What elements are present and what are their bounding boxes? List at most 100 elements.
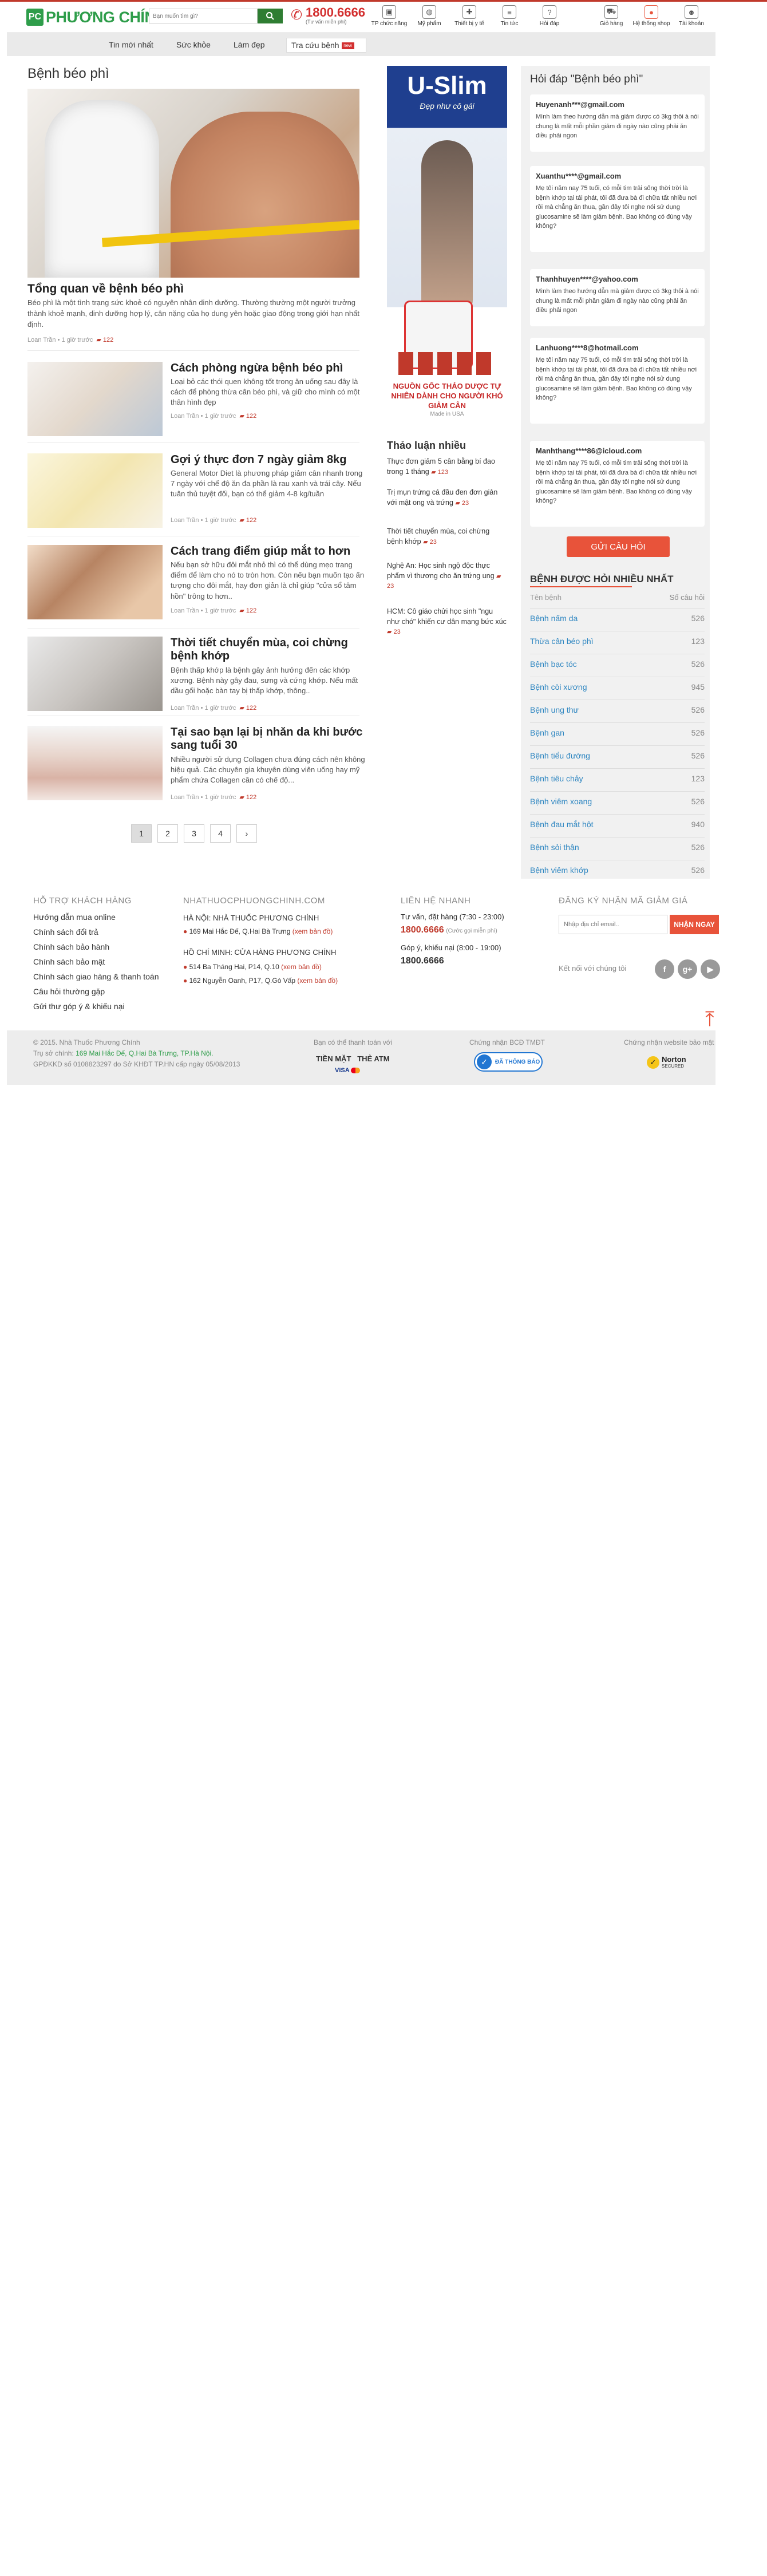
disease-name[interactable]: Bệnh tiểu đường: [530, 751, 590, 760]
disease-name[interactable]: Bệnh đau mắt hột: [530, 820, 594, 829]
norton-badge[interactable]: ✓ Norton SECURED: [647, 1051, 693, 1074]
disease-row[interactable]: Bệnh ung thư 526: [530, 700, 705, 722]
disease-row[interactable]: Thừa cân béo phì 123: [530, 631, 705, 654]
footer-link[interactable]: Hướng dẫn mua online: [33, 912, 116, 922]
article-title[interactable]: Thời tiết chuyển mùa, coi chừng bệnh khớ…: [171, 637, 365, 663]
hotline[interactable]: ✆ 1800.6666 (Tư vấn miễn phí): [291, 6, 365, 25]
map-link[interactable]: (xem bản đồ): [292, 927, 333, 935]
disease-row[interactable]: Bệnh còi xương 945: [530, 677, 705, 700]
article-title[interactable]: Cách trang điểm giúp mắt to hơn: [171, 545, 365, 558]
article-thumbnail[interactable]: [27, 637, 163, 711]
disease-question-count: 526: [691, 659, 705, 669]
page-2-button[interactable]: 2: [157, 824, 178, 843]
comment-count[interactable]: ▰ 122: [239, 705, 256, 712]
search-input[interactable]: [149, 9, 258, 23]
footer-link[interactable]: Chính sách bảo mật: [33, 957, 105, 966]
disease-name[interactable]: Bệnh gan: [530, 728, 564, 737]
article-title[interactable]: Gợi ý thực đơn 7 ngày giảm 8kg: [171, 453, 365, 467]
disease-row[interactable]: Bệnh đau mắt hột 940: [530, 814, 705, 837]
qa-card[interactable]: Thanhhuyen****@yahoo.com Mình làm theo h…: [530, 269, 705, 326]
disease-row[interactable]: Bệnh tiểu đường 526: [530, 745, 705, 768]
map-link[interactable]: (xem bản đồ): [297, 977, 338, 985]
article-title[interactable]: Cách phòng ngừa bệnh béo phì: [171, 362, 365, 375]
facebook-icon[interactable]: f: [655, 959, 674, 979]
discussion-item[interactable]: HCM: Cô giáo chửi học sinh "ngu như chó"…: [387, 607, 507, 637]
article-thumbnail[interactable]: [27, 726, 163, 800]
menu-item-health[interactable]: Sức khỏe: [176, 40, 211, 49]
footer-link[interactable]: Chính sách bảo hành: [33, 942, 109, 951]
footer-link[interactable]: Chính sách đổi trả: [33, 927, 98, 937]
bct-title: Chứng nhận BCĐ TMĐT: [469, 1038, 545, 1046]
disease-name[interactable]: Bệnh sỏi thận: [530, 843, 579, 852]
page-1-button[interactable]: 1: [131, 824, 152, 843]
disease-name[interactable]: Thừa cân béo phì: [530, 637, 594, 646]
disease-name[interactable]: Bệnh còi xương: [530, 682, 587, 692]
google-plus-icon[interactable]: g+: [678, 959, 697, 979]
disease-name[interactable]: Bệnh ung thư: [530, 705, 579, 714]
disease-row[interactable]: Bệnh nấm da 526: [530, 608, 705, 631]
disease-name[interactable]: Bệnh nấm da: [530, 614, 578, 623]
complaint-number[interactable]: 1800.6666: [401, 956, 444, 966]
page-3-button[interactable]: 3: [184, 824, 204, 843]
nav-store-system[interactable]: ● Hệ thống shop: [631, 5, 672, 27]
footer-link[interactable]: Chính sách giao hàng & thanh toán: [33, 972, 159, 981]
disease-row[interactable]: Bệnh tiêu chảy 123: [530, 768, 705, 791]
site-logo[interactable]: PC PHƯƠNG CHÍNH: [26, 9, 167, 26]
uslim-ad-banner[interactable]: U-Slim Đẹp như cô gái NGUỒN GỐC THẢO DƯỢ…: [387, 66, 507, 410]
nav-functional-food[interactable]: ▣ TP chức năng: [369, 5, 410, 27]
comment-count[interactable]: ▰ 122: [96, 337, 113, 343]
ask-question-button[interactable]: GỬI CÂU HỎI: [567, 536, 670, 557]
nav-qa[interactable]: ? Hỏi đáp: [529, 5, 570, 27]
nav-cosmetics[interactable]: ◍ Mỹ phẩm: [409, 5, 450, 27]
hero-article-meta: Loan Trần • 1 giờ trước ▰ 122: [27, 337, 114, 343]
disease-name[interactable]: Bệnh viêm xoang: [530, 797, 592, 806]
youtube-icon[interactable]: ▶: [701, 959, 720, 979]
advice-number-row[interactable]: 1800.6666 (Cước gọi miễn phí): [401, 925, 497, 935]
nav-account[interactable]: ☻ Tài khoản: [671, 5, 712, 27]
disease-name[interactable]: Bệnh viêm khớp: [530, 866, 588, 875]
menu-item-beauty[interactable]: Làm đẹp: [234, 40, 264, 49]
discussion-item[interactable]: Thời tiết chuyển mùa, coi chừng bệnh khớ…: [387, 527, 507, 547]
hero-image[interactable]: [27, 89, 359, 278]
discussion-item[interactable]: Nghệ An: Học sinh ngộ độc thực phẩm vì t…: [387, 561, 507, 591]
qa-card[interactable]: Manhthang****86@icloud.com Mẹ tôi năm na…: [530, 441, 705, 527]
qa-email: Thanhhuyen****@yahoo.com: [536, 275, 638, 283]
menu-item-disease-lookup[interactable]: Tra cứu bệnh new: [286, 38, 366, 53]
nav-news[interactable]: ≡ Tin tức: [489, 5, 530, 27]
disease-name[interactable]: Bệnh bạc tóc: [530, 659, 577, 669]
disease-name[interactable]: Bệnh tiêu chảy: [530, 774, 583, 783]
qa-card[interactable]: Lanhuong****8@hotmail.com Mẹ tôi năm nay…: [530, 338, 705, 424]
bct-badge[interactable]: ✓ ĐÃ THÔNG BÁO: [474, 1052, 543, 1072]
comment-count[interactable]: ▰ 122: [239, 517, 256, 524]
article-thumbnail[interactable]: [27, 453, 163, 528]
disease-row[interactable]: Bệnh viêm khớp 526: [530, 860, 705, 883]
comment-count[interactable]: ▰ 122: [239, 413, 256, 420]
scroll-top-icon[interactable]: ⤒: [698, 1008, 721, 1030]
disease-row[interactable]: Bệnh gan 526: [530, 722, 705, 745]
comment-count[interactable]: ▰ 122: [239, 607, 256, 614]
disease-row[interactable]: Bệnh viêm xoang 526: [530, 791, 705, 814]
article-thumbnail[interactable]: [27, 545, 163, 619]
map-link[interactable]: (xem bản đồ): [281, 963, 322, 971]
newsletter-email-input[interactable]: [559, 915, 667, 934]
footer-link[interactable]: Câu hỏi thường gặp: [33, 987, 105, 996]
article-title[interactable]: Tại sao bạn lại bị nhăn da khi bước sang…: [171, 726, 365, 752]
disease-row[interactable]: Bệnh bạc tóc 526: [530, 654, 705, 677]
hero-article-title[interactable]: Tổng quan về bệnh béo phì: [27, 282, 184, 296]
comment-count[interactable]: ▰ 122: [239, 794, 256, 801]
next-page-button[interactable]: ›: [236, 824, 257, 843]
search-button[interactable]: [258, 9, 283, 23]
menu-item-latest[interactable]: Tin mới nhất: [109, 40, 153, 49]
article-thumbnail[interactable]: [27, 362, 163, 436]
disease-row[interactable]: Bệnh sỏi thận 526: [530, 837, 705, 860]
discussion-item[interactable]: Thực đơn giảm 5 cân bằng bí đao trong 1 …: [387, 457, 507, 477]
newsletter-submit-button[interactable]: NHẬN NGAY: [670, 915, 719, 934]
qa-card[interactable]: Huyenanh***@gmail.com Mình làm theo hướn…: [530, 94, 705, 152]
page-4-button[interactable]: 4: [210, 824, 231, 843]
qa-card[interactable]: Xuanthu****@gmail.com Mẹ tôi năm nay 75 …: [530, 166, 705, 252]
nav-medical-devices[interactable]: ✚ Thiết bị y tế: [449, 5, 490, 27]
article-item: Gợi ý thực đơn 7 ngày giảm 8kg General M…: [27, 453, 365, 534]
discussion-item[interactable]: Trị mụn trứng cá đầu đen đơn giản với mậ…: [387, 488, 507, 508]
footer-link[interactable]: Gửi thư góp ý & khiếu nại: [33, 1002, 125, 1011]
nav-cart[interactable]: ⛟ Giỏ hàng: [591, 5, 632, 27]
